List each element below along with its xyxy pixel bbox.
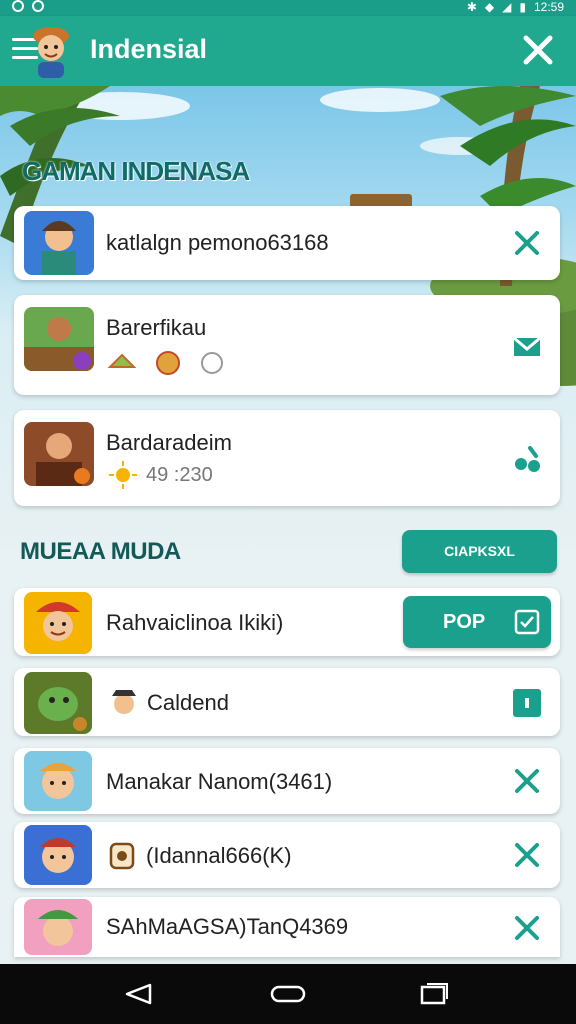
list-item[interactable]: (Idannal666(K) (14, 822, 560, 888)
badge-icon (109, 842, 135, 870)
notification-icon (32, 0, 44, 12)
item-title: Rahvaiclinoa Ikiki) (106, 610, 284, 635)
header-button[interactable]: CIAPKSXL (402, 530, 557, 573)
list-item[interactable]: SAhMaAGSA)TanQ4369 (14, 897, 560, 957)
game-badges (107, 351, 223, 375)
envelope-icon[interactable] (510, 329, 544, 363)
game-title: Barerfikau (106, 315, 207, 340)
game-card[interactable]: katlalgn pemono63168 (14, 206, 560, 280)
game-card[interactable]: Barerfikau (14, 295, 560, 395)
pop-button[interactable]: POP (403, 596, 551, 648)
sun-icon (109, 461, 137, 489)
game-title: katlalgn pemono63168 (106, 230, 329, 255)
app-title: Indensial (90, 34, 208, 64)
character-avatar (24, 899, 92, 955)
bluetooth-icon: ✱ (466, 0, 477, 14)
notification-icon (12, 0, 24, 12)
signal-icon: ◢ (502, 0, 512, 14)
section-title: GAMAN INDENASA (22, 156, 250, 186)
wifi-icon: ◆ (484, 0, 495, 14)
character-icon (112, 690, 136, 714)
navigation-bar (0, 964, 576, 1024)
list-item[interactable]: Manakar Nanom(3461) (14, 748, 560, 814)
character-avatar (24, 751, 92, 811)
close-icon[interactable] (510, 911, 544, 945)
game-score: 49 :230 (146, 464, 213, 486)
list-item[interactable]: Rahvaiclinoa Ikiki) POP (14, 588, 560, 656)
character-avatar (24, 672, 92, 734)
close-icon[interactable] (510, 838, 544, 872)
app-bar: Indensial (0, 16, 576, 86)
game-thumbnail (24, 422, 94, 486)
avatar[interactable] (28, 22, 74, 78)
puzzle-icon[interactable] (510, 442, 544, 476)
close-icon[interactable] (510, 764, 544, 798)
game-card[interactable]: Bardaradeim 49 :230 (14, 410, 560, 506)
item-title: Caldend (147, 690, 229, 715)
battery-icon: ▮ (519, 0, 526, 14)
game-thumbnail (24, 307, 94, 371)
character-avatar (24, 592, 92, 654)
character-avatar (24, 825, 92, 885)
phone-icon[interactable] (510, 686, 544, 720)
item-title: Manakar Nanom(3461) (106, 769, 333, 794)
close-icon[interactable] (520, 32, 556, 68)
close-icon[interactable] (510, 226, 544, 260)
pop-label: POP (443, 611, 486, 633)
home-icon[interactable] (270, 982, 306, 1006)
game-title: Bardaradeim (106, 430, 232, 455)
recents-icon[interactable] (418, 982, 450, 1006)
back-icon[interactable] (122, 982, 154, 1006)
checkbox-icon (514, 609, 540, 635)
status-bar: ✱ ◆ ◢ ▮ 12:59 (0, 0, 576, 16)
item-title: SAhMaAGSA)TanQ4369 (106, 914, 349, 939)
game-thumbnail (24, 211, 94, 275)
section-title: MUEAA MUDA (20, 538, 181, 565)
list-item[interactable]: Caldend (14, 668, 560, 736)
item-title: (Idannal666(K) (146, 843, 292, 868)
clock: 12:59 (533, 0, 564, 14)
